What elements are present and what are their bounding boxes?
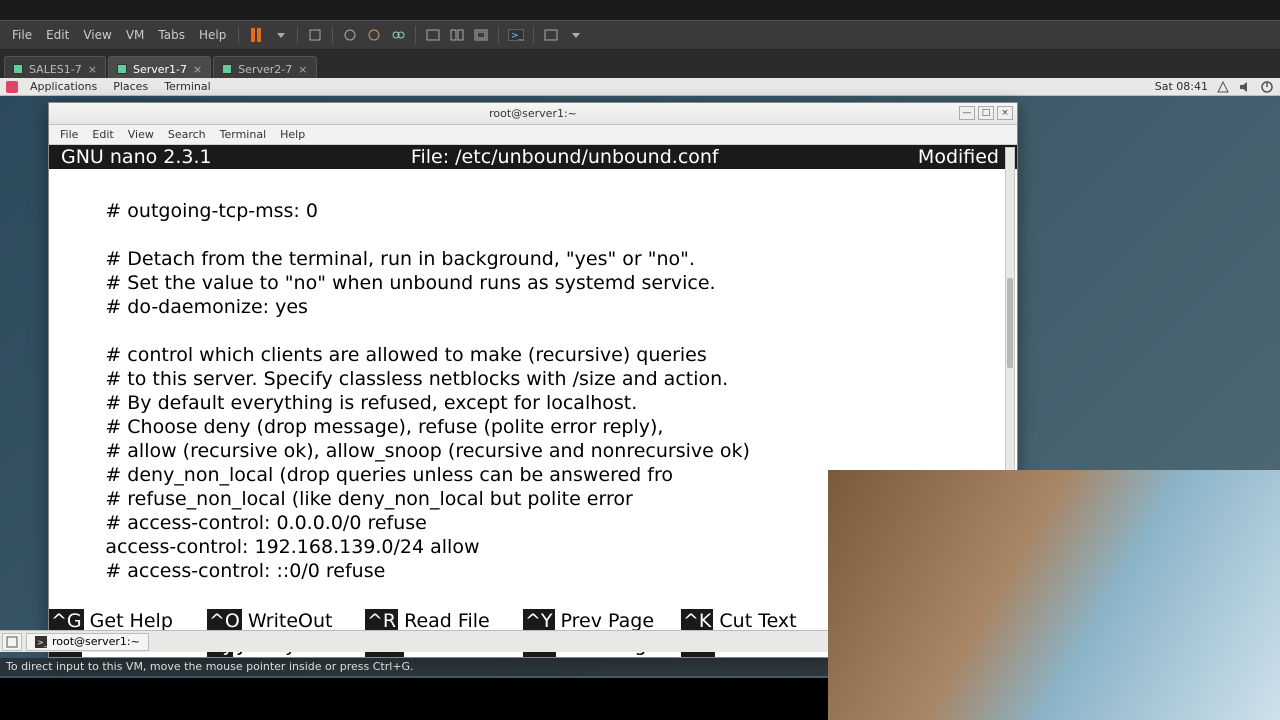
vm-tabbar: SALES1-7 × Server1-7 × Server2-7 × xyxy=(0,50,1280,78)
send-ctrl-alt-del-icon[interactable] xyxy=(304,24,326,46)
snapshot-revert-icon[interactable] xyxy=(363,24,385,46)
tab-server2-7[interactable]: Server2-7 × xyxy=(213,56,316,78)
taskbar-label: root@server1:~ xyxy=(52,635,140,648)
vm-icon xyxy=(117,64,127,74)
separator xyxy=(498,26,499,44)
clock[interactable]: Sat 08:41 xyxy=(1155,80,1208,93)
menu-vm[interactable]: VM xyxy=(120,26,151,44)
view-unity-icon[interactable] xyxy=(470,24,492,46)
menu-tabs[interactable]: Tabs xyxy=(152,26,191,44)
view-multi-icon[interactable] xyxy=(446,24,468,46)
network-icon[interactable] xyxy=(1216,80,1230,94)
tab-label: Server1-7 xyxy=(133,63,187,76)
separator xyxy=(238,26,239,44)
tab-server1-7[interactable]: Server1-7 × xyxy=(108,56,211,78)
nano-line xyxy=(49,223,1017,247)
terminal-menubar: File Edit View Search Terminal Help xyxy=(49,125,1017,145)
tab-label: Server2-7 xyxy=(238,63,292,76)
vmware-toolbar: File Edit View VM Tabs Help >_ xyxy=(0,20,1280,50)
separator xyxy=(297,26,298,44)
scrollbar-thumb[interactable] xyxy=(1007,278,1013,368)
svg-text:>_: >_ xyxy=(511,31,524,41)
nano-line: # to this server. Specify classless netb… xyxy=(49,367,1017,391)
webcam-overlay xyxy=(828,470,1280,720)
snapshot-icon[interactable] xyxy=(339,24,361,46)
snapshot-manager-icon[interactable] xyxy=(387,24,409,46)
nano-line xyxy=(49,175,1017,199)
activities-icon[interactable] xyxy=(6,81,18,93)
term-menu-search[interactable]: Search xyxy=(161,126,213,143)
nano-file-label: File: /etc/unbound/unbound.conf xyxy=(411,145,719,169)
terminal-icon: >_ xyxy=(35,636,47,648)
gnome-top-panel: Applications Places Terminal Sat 08:41 xyxy=(0,78,1280,96)
nano-header: GNU nano 2.3.1 File: /etc/unbound/unboun… xyxy=(49,145,1017,169)
nano-line xyxy=(49,319,1017,343)
tab-sales1-7[interactable]: SALES1-7 × xyxy=(4,56,106,78)
power-icon[interactable] xyxy=(1260,80,1274,94)
vm-icon xyxy=(222,64,232,74)
menu-terminal[interactable]: Terminal xyxy=(156,80,219,93)
vmware-titlebar xyxy=(0,0,1280,20)
close-icon[interactable]: × xyxy=(193,63,202,76)
nano-line: # Set the value to "no" when unbound run… xyxy=(49,271,1017,295)
term-menu-terminal[interactable]: Terminal xyxy=(213,126,274,143)
maximize-button[interactable]: □ xyxy=(978,106,994,120)
show-desktop-button[interactable] xyxy=(2,633,22,651)
term-menu-view[interactable]: View xyxy=(121,126,161,143)
view-single-icon[interactable] xyxy=(422,24,444,46)
term-menu-help[interactable]: Help xyxy=(273,126,312,143)
close-button[interactable]: × xyxy=(997,106,1013,120)
window-titlebar[interactable]: root@server1:~ — □ × xyxy=(49,103,1017,125)
nano-line: # By default everything is refused, exce… xyxy=(49,391,1017,415)
console-icon[interactable]: >_ xyxy=(505,24,527,46)
close-icon[interactable]: × xyxy=(88,63,97,76)
term-menu-file[interactable]: File xyxy=(53,126,85,143)
separator xyxy=(533,26,534,44)
menu-places[interactable]: Places xyxy=(105,80,156,93)
fullscreen-icon[interactable] xyxy=(540,24,562,46)
nano-line: # allow (recursive ok), allow_snoop (rec… xyxy=(49,439,1017,463)
separator xyxy=(415,26,416,44)
separator xyxy=(332,26,333,44)
close-icon[interactable]: × xyxy=(298,63,307,76)
volume-icon[interactable] xyxy=(1238,80,1252,94)
term-menu-edit[interactable]: Edit xyxy=(85,126,120,143)
menu-help[interactable]: Help xyxy=(193,26,232,44)
menu-view[interactable]: View xyxy=(77,26,117,44)
nano-line: # do-daemonize: yes xyxy=(49,295,1017,319)
nano-app-name: GNU nano 2.3.1 xyxy=(57,145,212,169)
nano-line: # Detach from the terminal, run in backg… xyxy=(49,247,1017,271)
vmware-hint-bar: To direct input to this VM, move the mou… xyxy=(0,658,830,676)
minimize-button[interactable]: — xyxy=(959,106,975,120)
nano-line: # control which clients are allowed to m… xyxy=(49,343,1017,367)
gnome-bottom-panel: >_ root@server1:~ xyxy=(0,630,830,652)
nano-line: # outgoing-tcp-mss: 0 xyxy=(49,199,1017,223)
svg-text:>_: >_ xyxy=(37,638,47,647)
taskbar-terminal[interactable]: >_ root@server1:~ xyxy=(26,633,149,651)
menu-applications[interactable]: Applications xyxy=(22,80,105,93)
menu-edit[interactable]: Edit xyxy=(40,26,75,44)
window-title: root@server1:~ xyxy=(489,107,577,120)
pause-button[interactable] xyxy=(245,24,267,46)
fullscreen-dropdown[interactable] xyxy=(564,24,586,46)
nano-status: Modified xyxy=(918,145,1009,169)
nano-line: # Choose deny (drop message), refuse (po… xyxy=(49,415,1017,439)
menu-file[interactable]: File xyxy=(6,26,38,44)
power-dropdown[interactable] xyxy=(269,24,291,46)
vm-icon xyxy=(13,64,23,74)
tab-label: SALES1-7 xyxy=(29,63,82,76)
